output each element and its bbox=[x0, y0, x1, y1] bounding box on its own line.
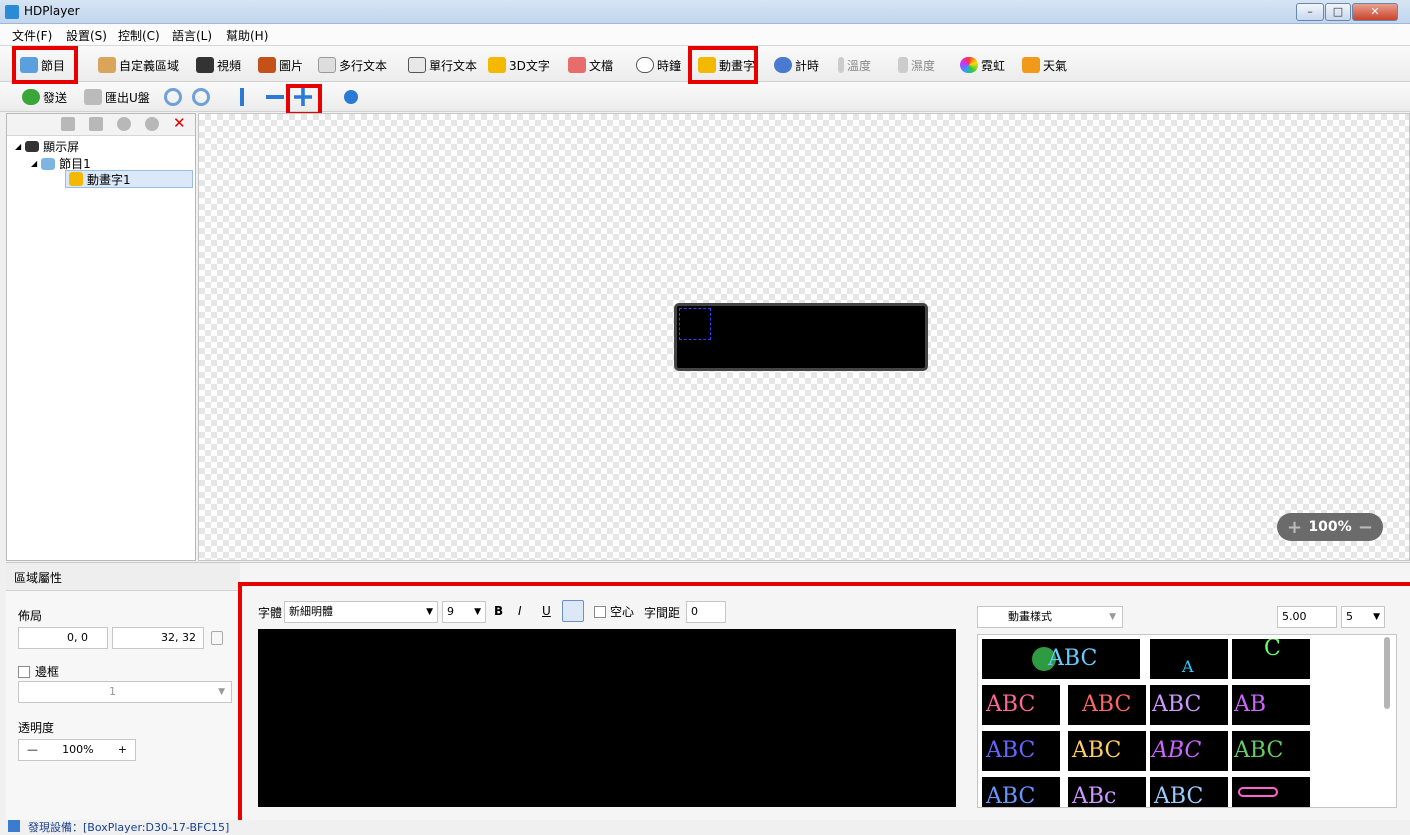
lock-icon[interactable] bbox=[211, 631, 223, 645]
horizontal-stretch-icon[interactable] bbox=[266, 95, 284, 99]
opacity-stepper[interactable]: — 100% + bbox=[18, 739, 136, 761]
border-select[interactable]: 1 ▼ bbox=[18, 681, 232, 703]
title-bar: HDPlayer – □ ✕ bbox=[0, 0, 1410, 24]
menu-settings[interactable]: 設置(S) bbox=[66, 27, 107, 44]
highlight-move bbox=[286, 84, 322, 116]
zoom-in-icon[interactable] bbox=[164, 88, 182, 106]
document-button[interactable]: 文檔 bbox=[568, 55, 613, 75]
animated-text-icon bbox=[69, 172, 83, 186]
document-icon bbox=[568, 57, 586, 73]
opacity-label: 透明度 bbox=[18, 721, 55, 735]
film-icon bbox=[196, 57, 214, 73]
humidity-icon bbox=[898, 57, 908, 73]
weather-button[interactable]: 天氣 bbox=[1022, 55, 1067, 75]
zoom-in-button[interactable]: + bbox=[1287, 517, 1302, 538]
multiline-text-button[interactable]: 多行文本 bbox=[318, 55, 387, 75]
size-field[interactable]: 32, 32 bbox=[112, 627, 204, 649]
close-button[interactable]: ✕ bbox=[1352, 3, 1398, 21]
move-down-icon[interactable] bbox=[145, 117, 159, 131]
selected-region[interactable] bbox=[679, 308, 711, 340]
window-title: HDPlayer bbox=[24, 4, 80, 18]
send-button[interactable]: 發送 bbox=[22, 87, 67, 107]
maximize-button[interactable]: □ bbox=[1325, 3, 1351, 21]
led-screen-preview[interactable] bbox=[674, 303, 928, 371]
checkbox-icon bbox=[18, 665, 30, 678]
opacity-plus-button[interactable]: + bbox=[118, 740, 127, 760]
collapse-arrow-icon: ◢ bbox=[15, 142, 22, 151]
neon-icon bbox=[960, 57, 978, 73]
program-tree-panel: ✕ ◢ 顯示屏 ◢ 節目1 動畫字1 bbox=[6, 113, 196, 561]
tree-node-animated-text[interactable]: 動畫字1 bbox=[65, 170, 193, 188]
app-icon bbox=[5, 5, 19, 19]
zoom-out-button[interactable]: − bbox=[1358, 517, 1373, 538]
properties-header: 區域屬性 bbox=[6, 563, 240, 591]
border-checkbox[interactable]: 邊框 bbox=[18, 663, 59, 680]
menu-control[interactable]: 控制(C) bbox=[118, 27, 160, 44]
menu-bar: 文件(F) 設置(S) 控制(C) 語言(L) 幫助(H) bbox=[0, 24, 1410, 46]
device-list-icon bbox=[8, 820, 20, 832]
area-properties-panel: 區域屬性 佈局 0, 0 32, 32 邊框 1 ▼ 透明度 — 100% + bbox=[6, 563, 240, 821]
status-bar: 發現設備：[BoxPlayer:D30-17-BFC15] bbox=[0, 820, 1410, 834]
minimize-button[interactable]: – bbox=[1296, 3, 1324, 21]
usb-icon bbox=[84, 89, 102, 105]
paste-icon[interactable] bbox=[89, 117, 103, 131]
single-line-text-button[interactable]: 單行文本 bbox=[408, 55, 477, 75]
image-button[interactable]: 圖片 bbox=[258, 55, 303, 75]
zoom-level: 100% bbox=[1308, 519, 1352, 535]
box-icon bbox=[98, 57, 116, 73]
delete-icon[interactable]: ✕ bbox=[173, 114, 186, 132]
thermometer-icon bbox=[838, 57, 844, 73]
humidity-button[interactable]: 濕度 bbox=[898, 55, 935, 75]
menu-help[interactable]: 幫助(H) bbox=[226, 27, 268, 44]
clock-button[interactable]: 時鐘 bbox=[636, 55, 681, 75]
clock-icon bbox=[636, 57, 654, 73]
opacity-minus-button[interactable]: — bbox=[27, 740, 38, 760]
highlight-editor-area bbox=[238, 582, 1410, 830]
3d-text-button[interactable]: 3D文字 bbox=[488, 55, 550, 75]
alarm-clock-icon bbox=[774, 57, 792, 73]
highlight-program bbox=[12, 46, 78, 84]
multiline-text-icon bbox=[318, 57, 336, 73]
collapse-arrow-icon: ◢ bbox=[31, 159, 38, 168]
menu-language[interactable]: 語言(L) bbox=[172, 27, 212, 44]
send-icon bbox=[22, 89, 40, 105]
custom-area-button[interactable]: 自定義區域 bbox=[98, 55, 179, 75]
highlight-animated-text bbox=[688, 46, 758, 84]
menu-file[interactable]: 文件(F) bbox=[12, 27, 52, 44]
preview-canvas[interactable]: + 100% − bbox=[198, 113, 1410, 561]
program-icon bbox=[41, 157, 56, 170]
video-button[interactable]: 視頻 bbox=[196, 55, 241, 75]
dropdown-arrow-icon: ▼ bbox=[218, 687, 225, 697]
play-icon[interactable] bbox=[344, 90, 358, 104]
tree-toolbar: ✕ bbox=[7, 114, 195, 136]
move-up-icon[interactable] bbox=[117, 117, 131, 131]
vertical-stretch-icon[interactable] bbox=[240, 88, 244, 106]
zoom-out-icon[interactable] bbox=[192, 88, 210, 106]
temperature-button[interactable]: 溫度 bbox=[838, 55, 871, 75]
monitor-icon bbox=[25, 141, 40, 152]
3d-text-icon bbox=[488, 57, 506, 73]
timer-button[interactable]: 計時 bbox=[774, 55, 819, 75]
layout-label: 佈局 bbox=[18, 609, 43, 623]
tree-node-display[interactable]: ◢ 顯示屏 bbox=[15, 138, 79, 155]
neon-button[interactable]: 霓虹 bbox=[960, 55, 1005, 75]
picture-icon bbox=[258, 57, 276, 73]
weather-icon bbox=[1022, 57, 1040, 73]
position-field[interactable]: 0, 0 bbox=[18, 627, 108, 649]
copy-icon[interactable] bbox=[61, 117, 75, 131]
zoom-control: + 100% − bbox=[1277, 513, 1383, 541]
export-usb-button[interactable]: 匯出U盤 bbox=[84, 87, 150, 107]
secondary-toolbar: 發送 匯出U盤 bbox=[0, 82, 1410, 112]
single-line-text-icon bbox=[408, 57, 426, 73]
